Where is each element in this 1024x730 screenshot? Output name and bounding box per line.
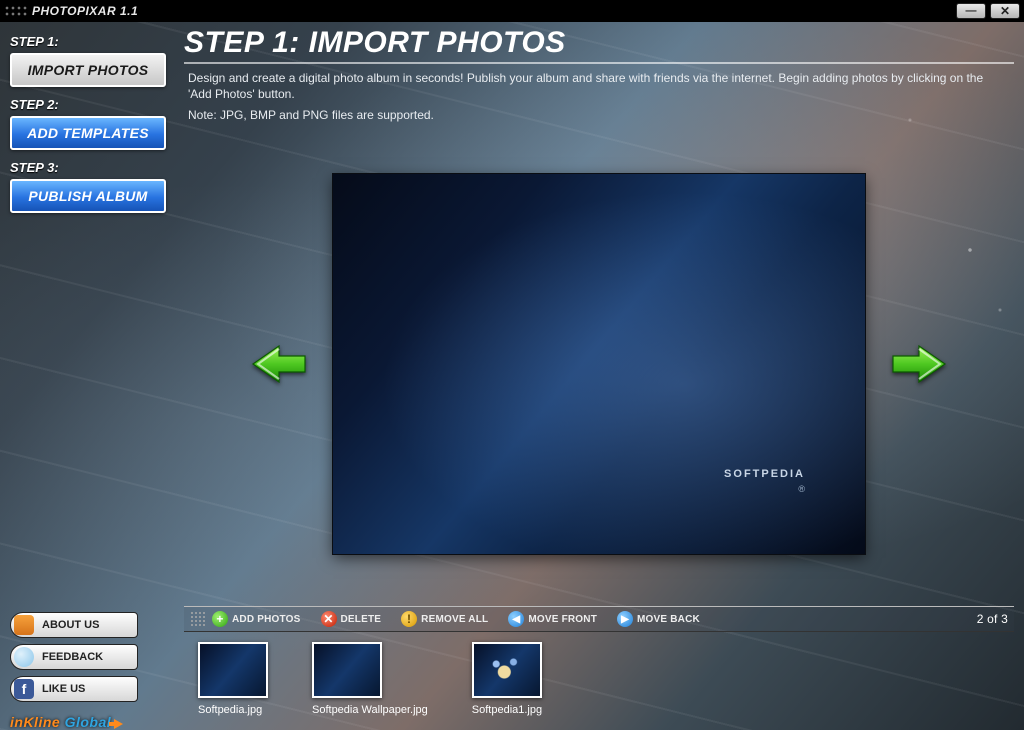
speech-bubble-icon <box>14 647 34 667</box>
feedback-label: FEEDBACK <box>42 651 103 663</box>
titlebar-grip-icon <box>4 5 28 17</box>
inkline-global-logo: inKline Global <box>10 714 170 730</box>
remove-all-label: REMOVE ALL <box>421 614 488 625</box>
plus-icon: + <box>212 611 228 627</box>
step-import-photos-button[interactable]: IMPORT PHOTOS <box>10 53 166 87</box>
move-back-button[interactable]: ▶ MOVE BACK <box>617 611 700 627</box>
minimize-button[interactable]: — <box>956 3 986 19</box>
arrow-icon <box>114 719 123 729</box>
photo-toolbar: + ADD PHOTOS ✕ DELETE ! REMOVE ALL ◀ MOV… <box>184 606 1014 632</box>
step1-label: STEP 1: <box>10 34 170 49</box>
feedback-button[interactable]: FEEDBACK <box>10 644 138 670</box>
move-front-button[interactable]: ◀ MOVE FRONT <box>508 611 597 627</box>
thumbnail-caption: Softpedia1.jpg <box>472 704 542 716</box>
move-back-label: MOVE BACK <box>637 614 700 625</box>
like-us-button[interactable]: f LIKE US <box>10 676 138 702</box>
warning-icon: ! <box>401 611 417 627</box>
add-photos-label: ADD PHOTOS <box>232 614 301 625</box>
file-format-note: Note: JPG, BMP and PNG files are support… <box>188 108 1010 122</box>
preview-watermark-sub: ® <box>798 484 805 494</box>
page-title: STEP 1: IMPORT PHOTOS <box>184 26 1018 60</box>
remove-all-button[interactable]: ! REMOVE ALL <box>401 611 488 627</box>
close-button[interactable]: ✕ <box>990 3 1020 19</box>
thumbnail-image <box>198 642 268 698</box>
thumbnail-item[interactable]: Softpedia1.jpg <box>472 642 542 716</box>
photo-counter: 2 of 3 <box>977 612 1008 626</box>
move-front-label: MOVE FRONT <box>528 614 597 625</box>
arrow-right-icon: ▶ <box>617 611 633 627</box>
like-us-label: LIKE US <box>42 683 85 695</box>
previous-photo-button[interactable] <box>249 342 309 386</box>
preview-watermark: SOFTPEDIA <box>724 468 805 480</box>
delete-button[interactable]: ✕ DELETE <box>321 611 382 627</box>
delete-icon: ✕ <box>321 611 337 627</box>
thumbnail-caption: Softpedia Wallpaper.jpg <box>312 704 428 716</box>
page-description: Design and create a digital photo album … <box>188 70 1010 102</box>
thumbnail-strip: Softpedia.jpg Softpedia Wallpaper.jpg So… <box>180 632 1018 724</box>
about-us-button[interactable]: ABOUT US <box>10 612 138 638</box>
facebook-icon: f <box>14 679 34 699</box>
thumbnail-item[interactable]: Softpedia Wallpaper.jpg <box>312 642 428 716</box>
title-bar: PHOTOPIXAR 1.1 — ✕ <box>0 0 1024 22</box>
app-title: PHOTOPIXAR 1.1 <box>32 4 138 18</box>
next-photo-button[interactable] <box>889 342 949 386</box>
thumbnail-item[interactable]: Softpedia.jpg <box>198 642 268 716</box>
thumbnail-caption: Softpedia.jpg <box>198 704 262 716</box>
divider <box>184 62 1014 64</box>
step3-label: STEP 3: <box>10 160 170 175</box>
window-controls: — ✕ <box>956 3 1020 19</box>
photo-preview: SOFTPEDIA ® <box>333 174 865 554</box>
photo-viewer: SOFTPEDIA ® <box>188 132 1010 596</box>
about-us-label: ABOUT US <box>42 619 99 631</box>
step-add-templates-button[interactable]: ADD TEMPLATES <box>10 116 166 150</box>
thumbnail-image <box>312 642 382 698</box>
add-photos-button[interactable]: + ADD PHOTOS <box>212 611 301 627</box>
briefcase-icon <box>14 615 34 635</box>
step-publish-album-button[interactable]: PUBLISH ALBUM <box>10 179 166 213</box>
sidebar: STEP 1: IMPORT PHOTOS STEP 2: ADD TEMPLA… <box>0 22 180 730</box>
arrow-left-icon: ◀ <box>508 611 524 627</box>
sidebar-links: ABOUT US FEEDBACK f LIKE US <box>10 612 170 702</box>
toolbar-grip-icon <box>190 611 206 627</box>
delete-label: DELETE <box>341 614 382 625</box>
step2-label: STEP 2: <box>10 97 170 112</box>
main-panel: STEP 1: IMPORT PHOTOS Design and create … <box>180 22 1018 724</box>
thumbnail-image <box>472 642 542 698</box>
